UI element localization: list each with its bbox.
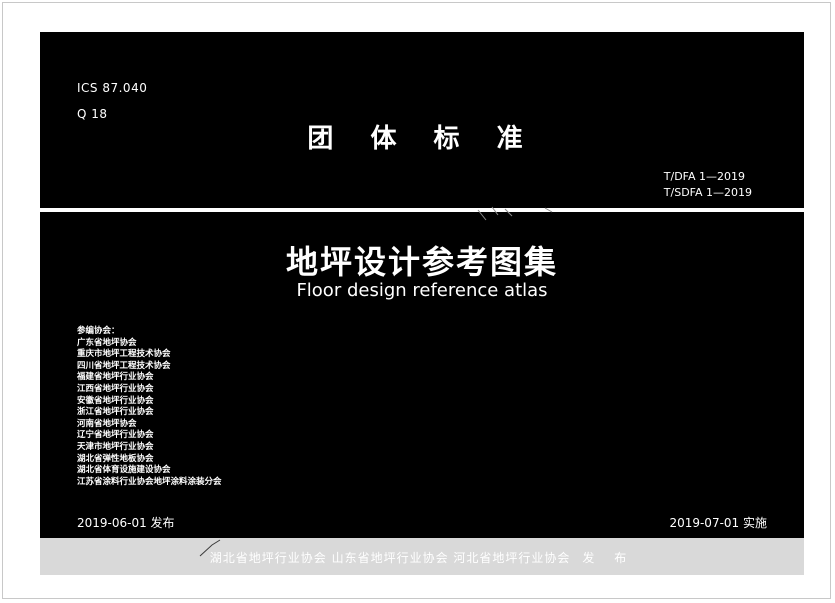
organization-list: 参编协会： 广东省地坪协会 重庆市地坪工程技术协会 四川省地坪工程技术协会 福建… — [77, 326, 222, 488]
list-item: 浙江省地坪行业协会 — [77, 407, 154, 418]
list-item: 重庆市地坪工程技术协会 — [77, 349, 171, 360]
standard-code-sdfa: T/SDFA 1—2019 — [663, 186, 752, 199]
category-title: 团 体 标 准 — [307, 124, 537, 154]
list-item: 天津市地坪行业协会 — [77, 441, 154, 452]
organization-heading: 参编协会： — [77, 326, 120, 336]
implementation-date: 2019-07-01 实施 — [669, 516, 767, 530]
document-title-en: Floor design reference atlas — [296, 280, 548, 301]
ics-code: ICS 87.040 — [77, 81, 148, 95]
list-item: 湖北省体育设施建设协会 — [77, 465, 171, 476]
document-title-cn: 地坪设计参考图集 — [285, 243, 558, 281]
standard-code-dfa: T/DFA 1—2019 — [663, 170, 746, 183]
footer-band: 湖北省地坪行业协会 山东省地坪行业协会 河北省地坪行业协会发 布 — [40, 538, 804, 575]
list-item: 辽宁省地坪行业协会 — [77, 430, 154, 441]
main-panel: 地坪设计参考图集 Floor design reference atlas 参编… — [40, 212, 804, 538]
list-item: 福建省地坪行业协会 — [77, 372, 154, 383]
list-item: 河南省地坪协会 — [77, 418, 137, 429]
publish-word: 发 布 — [582, 551, 635, 565]
list-item: 广东省地坪协会 — [77, 337, 137, 348]
list-item: 江西省地坪行业协会 — [77, 383, 154, 394]
header-panel: ICS 87.040 Q 18 团 体 标 准 T/DFA 1—2019 T/S… — [40, 32, 804, 208]
list-item: 四川省地坪工程技术协会 — [77, 360, 171, 371]
list-item: 湖北省弹性地板协会 — [77, 453, 154, 464]
publisher-list: 湖北省地坪行业协会 山东省地坪行业协会 河北省地坪行业协会 — [209, 551, 571, 565]
footer-publishers: 湖北省地坪行业协会 山东省地坪行业协会 河北省地坪行业协会发 布 — [40, 549, 804, 566]
standard-codes: T/DFA 1—2019 T/SDFA 1—2019 — [664, 169, 752, 201]
list-item: 安徽省地坪行业协会 — [77, 395, 154, 406]
publish-date: 2019-06-01 发布 — [77, 516, 175, 530]
list-item: 江苏省涂料行业协会地坪涂料涂装分会 — [77, 476, 222, 487]
